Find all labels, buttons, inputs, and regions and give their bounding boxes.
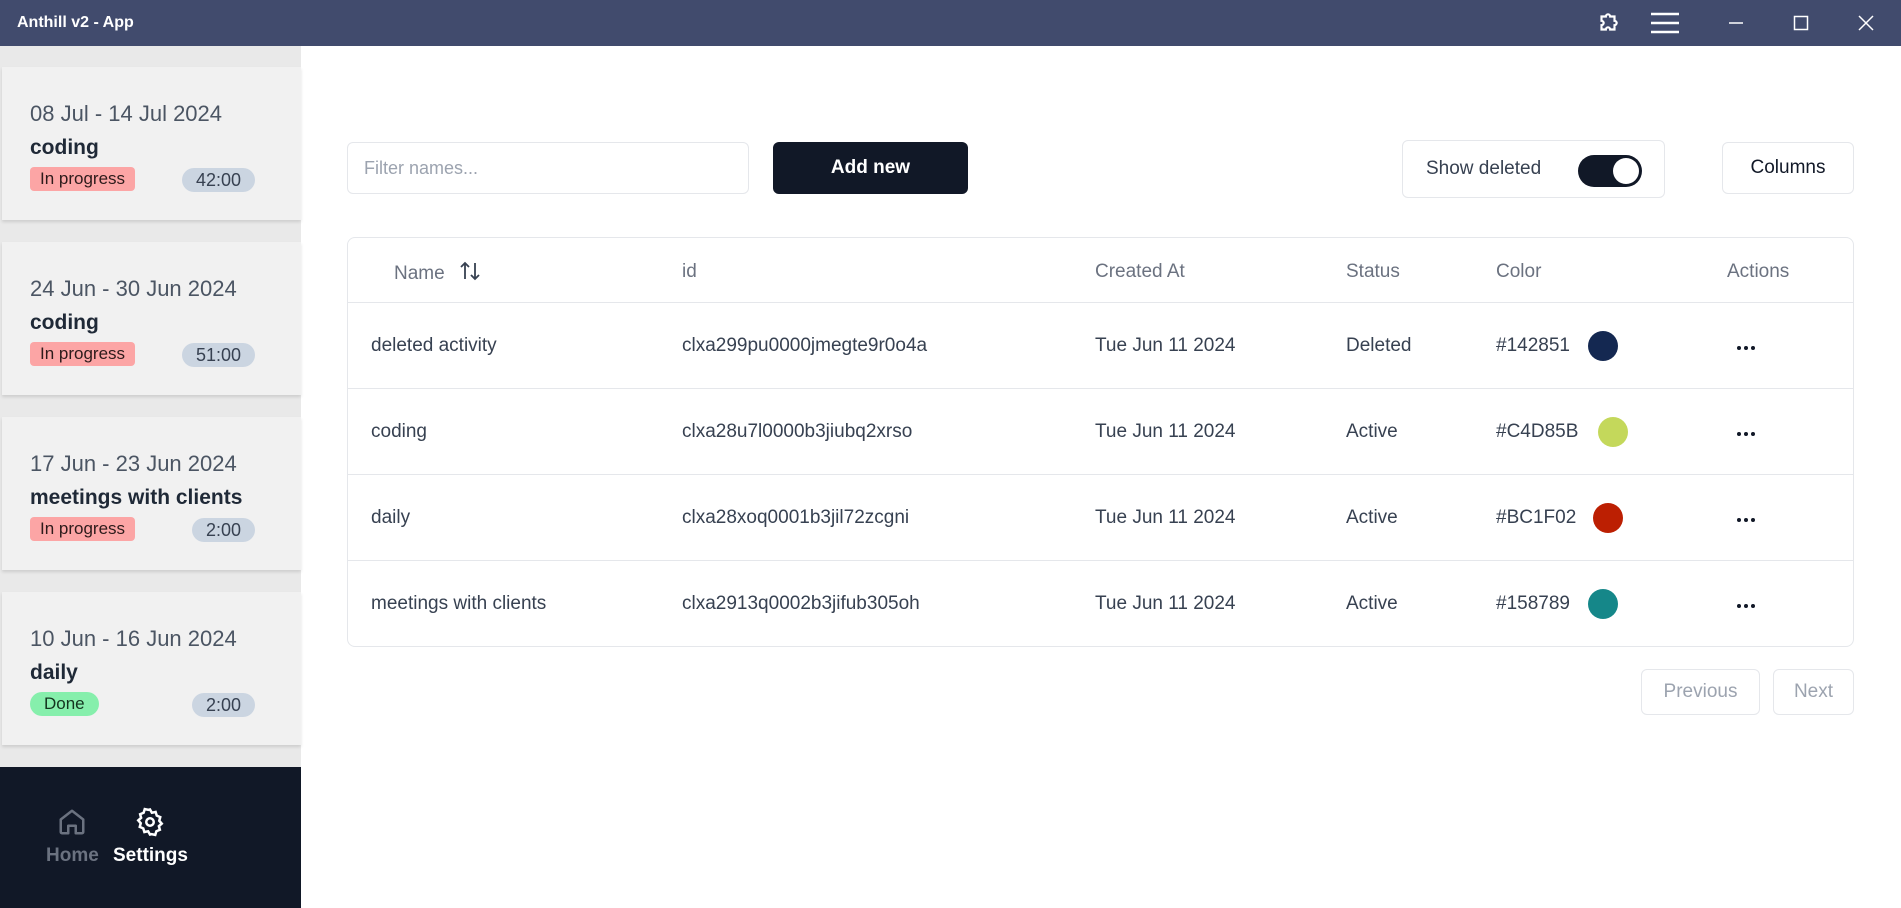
- table-row[interactable]: meetings with clients clxa2913q0002b3jif…: [348, 561, 1853, 646]
- cell-name: daily: [371, 507, 411, 528]
- cell-id: clxa2913q0002b3jifub305oh: [682, 593, 920, 614]
- cell-status: Active: [1346, 507, 1398, 528]
- week-card[interactable]: 10 Jun - 16 Jun 2024 daily Done 2:00: [2, 592, 301, 745]
- cell-color-hex: #142851: [1496, 335, 1570, 356]
- nav-home-label: Home: [46, 845, 99, 866]
- close-button[interactable]: [1839, 0, 1893, 46]
- show-deleted-control: Show deleted: [1402, 140, 1665, 198]
- color-swatch: [1598, 417, 1628, 447]
- cell-created-at: Tue Jun 11 2024: [1095, 507, 1236, 528]
- header-name[interactable]: Name: [394, 261, 481, 287]
- activities-table: Name id Created At Status Color Actions …: [347, 237, 1854, 647]
- header-actions: Actions: [1727, 261, 1790, 282]
- hamburger-menu-icon: [1650, 11, 1680, 35]
- show-deleted-toggle[interactable]: [1578, 155, 1642, 187]
- week-dates: 08 Jul - 14 Jul 2024: [30, 101, 223, 126]
- week-dates: 17 Jun - 23 Jun 2024: [30, 451, 237, 476]
- cell-status: Active: [1346, 421, 1398, 442]
- week-activity: daily: [30, 661, 78, 684]
- extensions-button[interactable]: [1581, 0, 1635, 46]
- row-actions-button[interactable]: [1728, 415, 1764, 449]
- bottom-nav: Home Settings: [0, 767, 301, 908]
- time-badge: 2:00: [191, 693, 255, 717]
- time-badge: 2:00: [191, 518, 255, 542]
- week-dates: 24 Jun - 30 Jun 2024: [30, 276, 237, 301]
- header-status: Status: [1346, 261, 1400, 282]
- maximize-icon: [1793, 15, 1809, 31]
- cell-color-hex: #158789: [1496, 593, 1570, 614]
- header-name-label: Name: [394, 263, 445, 284]
- ellipsis-icon: [1737, 337, 1755, 355]
- columns-button[interactable]: Columns: [1722, 142, 1854, 194]
- table-row[interactable]: coding clxa28u7l0000b3jiubq2xrso Tue Jun…: [348, 389, 1853, 475]
- cell-id: clxa299pu0000jmegte9r0o4a: [682, 335, 928, 356]
- row-actions-button[interactable]: [1728, 329, 1764, 363]
- cell-color-hex: #BC1F02: [1496, 507, 1577, 528]
- color-swatch: [1588, 589, 1618, 619]
- time-badge: 42:00: [181, 168, 255, 192]
- puzzle-icon: [1595, 10, 1621, 36]
- toggle-knob: [1613, 158, 1639, 184]
- home-icon: [57, 807, 87, 845]
- cell-created-at: Tue Jun 11 2024: [1095, 421, 1236, 442]
- window-title: Anthill v2 - App: [17, 14, 134, 31]
- ellipsis-icon: [1737, 509, 1755, 527]
- gear-icon: [135, 807, 165, 845]
- week-activity: coding: [30, 136, 99, 159]
- status-badge: In progress: [30, 167, 136, 191]
- cell-name: coding: [371, 421, 427, 442]
- show-deleted-label: Show deleted: [1426, 158, 1542, 179]
- nav-settings-label: Settings: [113, 845, 188, 866]
- cell-name: meetings with clients: [371, 593, 547, 614]
- header-id: id: [682, 261, 697, 282]
- week-card[interactable]: 17 Jun - 23 Jun 2024 meetings with clien…: [2, 417, 301, 570]
- filter-names-input[interactable]: [347, 142, 749, 194]
- menu-button[interactable]: [1638, 0, 1692, 46]
- cell-status: Active: [1346, 593, 1398, 614]
- table-row[interactable]: daily clxa28xoq0001b3jil72zcgni Tue Jun …: [348, 475, 1853, 561]
- status-badge: In progress: [30, 342, 136, 366]
- cell-created-at: Tue Jun 11 2024: [1095, 335, 1236, 356]
- week-card[interactable]: 08 Jul - 14 Jul 2024 coding In progress …: [2, 67, 301, 220]
- header-color: Color: [1496, 261, 1542, 282]
- week-dates: 10 Jun - 16 Jun 2024: [30, 626, 237, 651]
- week-card[interactable]: 24 Jun - 30 Jun 2024 coding In progress …: [2, 242, 301, 395]
- cell-created-at: Tue Jun 11 2024: [1095, 593, 1236, 614]
- time-badge: 51:00: [181, 343, 255, 367]
- status-badge: Done: [30, 692, 99, 716]
- row-actions-button[interactable]: [1728, 501, 1764, 535]
- table-header: Name id Created At Status Color Actions: [348, 238, 1853, 303]
- nav-home[interactable]: Home: [46, 807, 99, 867]
- ellipsis-icon: [1737, 423, 1755, 441]
- maximize-button[interactable]: [1774, 0, 1828, 46]
- color-swatch: [1588, 331, 1618, 361]
- cell-name: deleted activity: [371, 335, 497, 356]
- cell-status: Deleted: [1346, 335, 1412, 356]
- add-new-button[interactable]: Add new: [773, 142, 968, 194]
- cell-id: clxa28u7l0000b3jiubq2xrso: [682, 421, 913, 442]
- close-icon: [1858, 15, 1874, 31]
- nav-settings[interactable]: Settings: [113, 807, 188, 867]
- next-page-button[interactable]: Next: [1773, 669, 1854, 715]
- header-created-at: Created At: [1095, 261, 1185, 282]
- minimize-button[interactable]: [1709, 0, 1763, 46]
- color-swatch: [1593, 503, 1623, 533]
- table-row[interactable]: deleted activity clxa299pu0000jmegte9r0o…: [348, 303, 1853, 389]
- week-activity: meetings with clients: [30, 486, 243, 509]
- row-actions-button[interactable]: [1728, 587, 1764, 621]
- sort-arrows-icon: [459, 261, 481, 287]
- cell-id: clxa28xoq0001b3jil72zcgni: [682, 507, 910, 528]
- week-activity: coding: [30, 311, 99, 334]
- minimize-icon: [1728, 15, 1744, 31]
- status-badge: In progress: [30, 517, 136, 541]
- title-bar: Anthill v2 - App: [0, 0, 1901, 46]
- previous-page-button[interactable]: Previous: [1641, 669, 1760, 715]
- cell-color-hex: #C4D85B: [1496, 421, 1579, 442]
- ellipsis-icon: [1737, 595, 1755, 613]
